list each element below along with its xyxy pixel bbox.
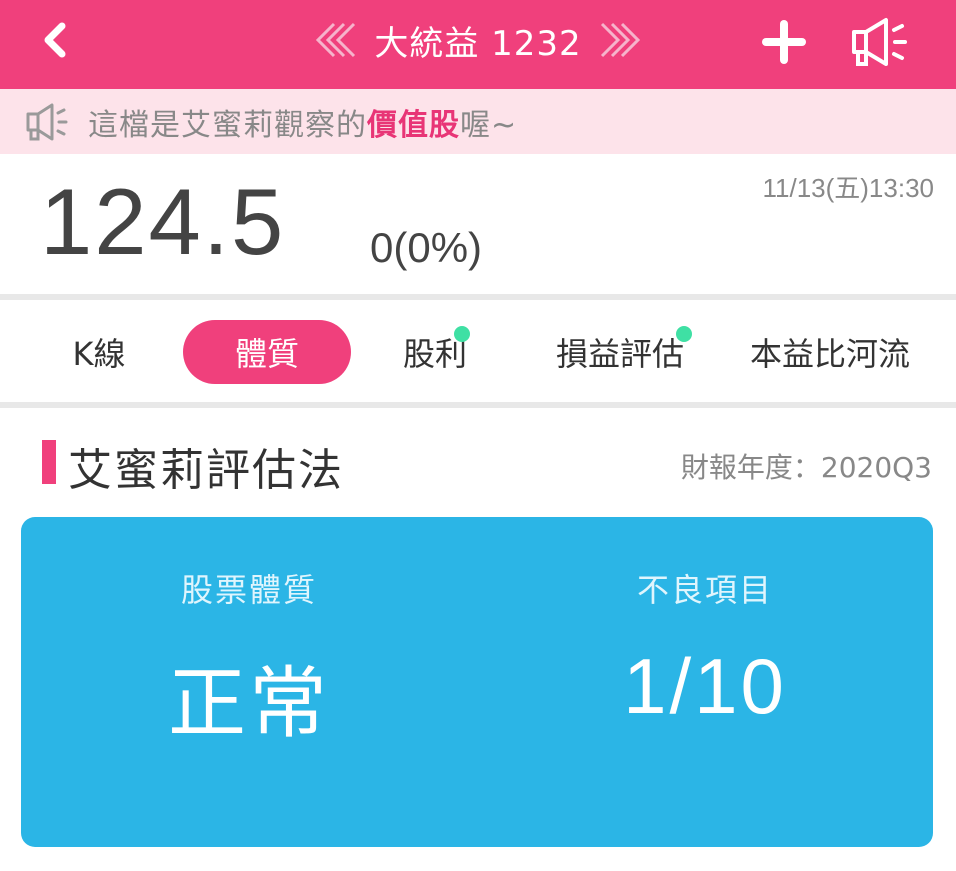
speaker-icon <box>26 103 68 140</box>
tab-label: K線 <box>72 335 126 373</box>
stock-constitution-value: 正常 <box>167 659 330 749</box>
stock-constitution-label: 股票體質 <box>180 571 317 609</box>
back-arrow-icon[interactable] <box>36 18 76 62</box>
tab-kline[interactable]: K線 <box>40 320 158 384</box>
evaluation-card: 股票體質 正常 不良項目 1/10 <box>21 517 933 847</box>
next-double-chevron-icon[interactable] <box>598 20 644 60</box>
bad-items-block: 不良項目 1/10 <box>477 517 933 847</box>
bad-items-value: 1/10 <box>623 642 787 730</box>
stock-title: 大統益 1232 <box>374 23 582 64</box>
tab-pe-river[interactable]: 本益比河流 <box>750 320 956 384</box>
notice-suffix: 喔~ <box>460 107 518 143</box>
tab-label: 體質 <box>234 335 299 373</box>
prev-double-chevron-icon[interactable] <box>312 20 358 60</box>
price-change: 0(0%) <box>370 224 483 271</box>
new-indicator-dot <box>454 326 470 342</box>
tab-label: 本益比河流 <box>750 335 911 373</box>
top-app-bar: 大統益 1232 <box>0 0 956 89</box>
tab-profit-evaluation[interactable]: 損益評估 <box>530 320 710 384</box>
bad-items-label: 不良項目 <box>636 571 773 609</box>
section-title: 艾蜜莉評估法 <box>68 445 344 496</box>
report-period: 財報年度：2020Q3 <box>680 451 932 484</box>
tab-constitution[interactable]: 體質 <box>183 320 351 384</box>
stock-title-switcher: 大統益 1232 <box>306 14 650 66</box>
tab-label: 損益評估 <box>555 335 684 373</box>
speaker-icon[interactable] <box>848 16 912 68</box>
tab-dividend[interactable]: 股利 <box>380 320 490 384</box>
new-indicator-dot <box>676 326 692 342</box>
add-icon[interactable] <box>762 20 806 64</box>
tab-bar: K線 體質 股利 損益評估 本益比河流 <box>0 302 956 402</box>
section-accent-bar <box>42 440 56 484</box>
stock-constitution-block: 股票體質 正常 <box>21 517 477 847</box>
notice-prefix: 這檔是艾蜜莉觀察的 <box>88 107 367 143</box>
divider <box>0 402 956 408</box>
stock-price: 124.5 <box>40 169 286 274</box>
notice-text: 這檔是艾蜜莉觀察的價值股喔~ <box>88 100 517 144</box>
notice-bar: 這檔是艾蜜莉觀察的價值股喔~ <box>0 89 956 154</box>
notice-highlight: 價值股 <box>367 107 460 143</box>
quote-timestamp: 11/13(五)13:30 <box>762 173 934 203</box>
divider <box>0 294 956 300</box>
